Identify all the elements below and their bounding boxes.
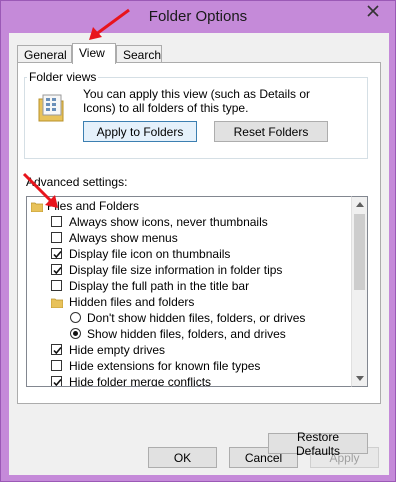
setting-display-file-icon-on-thumbnails[interactable]: Display file icon on thumbnails (27, 246, 351, 262)
scrollbar-thumb[interactable] (354, 214, 365, 290)
tab-view[interactable]: View (72, 43, 116, 64)
checkbox-checked[interactable] (51, 376, 62, 386)
tree-scrollbar[interactable] (351, 196, 368, 387)
checkbox[interactable] (51, 216, 62, 227)
checkbox-checked[interactable] (51, 264, 62, 275)
radio-dot-icon (73, 331, 78, 336)
title-bar[interactable]: Folder Options (1, 1, 395, 33)
folder-views-label: Folder views (27, 70, 99, 84)
view-tab-panel: Folder views You can apply this view (su… (17, 62, 381, 458)
radio-button[interactable] (70, 312, 81, 323)
setting-hide-empty-drives[interactable]: Hide empty drives (27, 342, 351, 358)
setting-show-hidden[interactable]: Show hidden files, folders, and drives (27, 326, 351, 342)
reset-folders-button[interactable]: Reset Folders (214, 121, 328, 142)
checkbox[interactable] (51, 280, 62, 291)
folder-icon (30, 200, 44, 213)
tab-search[interactable]: Search (116, 45, 162, 63)
scroll-down-arrow-icon[interactable] (352, 371, 367, 386)
folder-views-description: You can apply this view (such as Details… (83, 87, 311, 115)
setting-always-show-icons[interactable]: Always show icons, never thumbnails (27, 214, 351, 230)
apply-to-folders-button[interactable]: Apply to Folders (83, 121, 197, 142)
radio-button-selected[interactable] (70, 328, 81, 339)
setting-hide-extensions[interactable]: Hide extensions for known file types (27, 358, 351, 374)
close-icon (367, 4, 379, 20)
scroll-up-arrow-icon[interactable] (352, 197, 367, 212)
advanced-settings-tree[interactable]: Files and Folders Always show icons, nev… (26, 196, 351, 387)
tab-general[interactable]: General (17, 45, 72, 63)
checkmark-icon (53, 346, 62, 355)
checkbox[interactable] (51, 360, 62, 371)
tree-item-files-and-folders: Files and Folders (27, 198, 351, 214)
checkmark-icon (53, 378, 62, 386)
setting-display-full-path[interactable]: Display the full path in the title bar (27, 278, 351, 294)
restore-defaults-button[interactable]: Restore Defaults (268, 430, 368, 458)
setting-display-file-size-info[interactable]: Display file size information in folder … (27, 262, 351, 278)
setting-dont-show-hidden[interactable]: Don't show hidden files, folders, or dri… (27, 310, 351, 326)
dialog-body: General View Search Folder views You can… (9, 33, 389, 475)
window-title: Folder Options (148, 8, 248, 25)
folder-options-window: Folder Options General View Search Folde… (0, 0, 396, 482)
tree-item-hidden-files-and-folders: Hidden files and folders (27, 294, 351, 310)
setting-always-show-menus[interactable]: Always show menus (27, 230, 351, 246)
checkbox-checked[interactable] (51, 248, 62, 259)
checkmark-icon (53, 266, 62, 275)
setting-hide-folder-merge-conflicts[interactable]: Hide folder merge conflicts (27, 374, 351, 386)
folder-views-group: Folder views You can apply this view (su… (24, 70, 368, 159)
advanced-settings-label: Advanced settings: (26, 175, 128, 189)
checkbox[interactable] (51, 232, 62, 243)
folder-view-icon (37, 93, 65, 123)
folder-icon (50, 296, 64, 309)
close-button[interactable] (358, 2, 388, 22)
checkbox-checked[interactable] (51, 344, 62, 355)
ok-button[interactable]: OK (148, 447, 217, 468)
checkmark-icon (53, 250, 62, 259)
